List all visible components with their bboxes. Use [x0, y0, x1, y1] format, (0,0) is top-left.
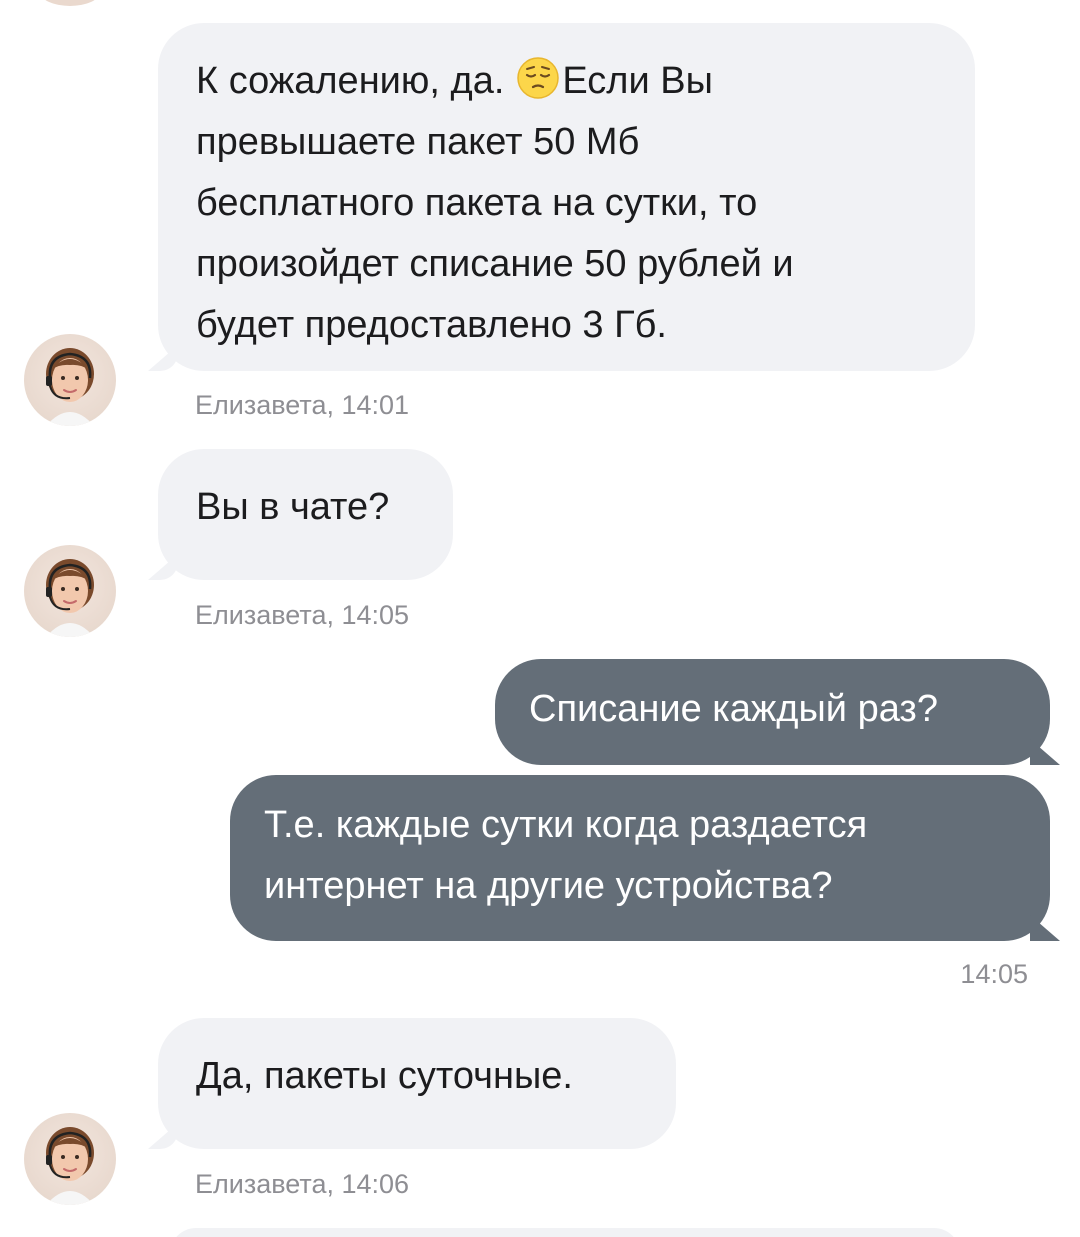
bubble-tail [1030, 739, 1060, 765]
next-message-bubble-fragment[interactable] [170, 1228, 960, 1237]
message-meta: Елизавета, 14:05 [195, 600, 410, 630]
previous-avatar-fragment [40, 0, 100, 6]
message-meta: Елизавета, 14:01 [195, 390, 410, 420]
outgoing-message-bubble[interactable]: Т.е. каждые сутки когда раздается интерн… [230, 775, 1060, 941]
message-text: Списание каждый раз? [529, 688, 938, 730]
message-meta: Елизавета, 14:06 [195, 1169, 410, 1199]
incoming-message-bubble[interactable]: Да, пакеты суточные. [148, 1018, 676, 1149]
bubble-tail [148, 1123, 178, 1149]
agent-avatar [24, 1113, 116, 1205]
bubble-tail [148, 345, 178, 371]
incoming-message-bubble[interactable]: Вы в чате? [148, 449, 453, 580]
message-text-line: бесплатного пакета на сутки, то [196, 182, 758, 224]
bubble-tail [1030, 915, 1060, 941]
message-text-line: Т.е. каждые сутки когда раздается [264, 804, 868, 846]
agent-photo-icon [46, 1127, 94, 1205]
message-text-line: интернет на другие устройства? [264, 865, 833, 907]
message-meta: 14:05 [960, 959, 1028, 989]
agent-avatar [24, 545, 116, 637]
message-text: Вы в чате? [196, 486, 390, 528]
chat-thread[interactable]: К сожалению, да. Если Вы превышаете пакет… [0, 0, 1080, 1237]
incoming-message-bubble[interactable]: К сожалению, да. Если Вы превышаете пакет… [148, 23, 975, 371]
agent-photo-icon [46, 559, 94, 637]
message-text: Да, пакеты суточные. [196, 1055, 573, 1097]
outgoing-message-bubble[interactable]: Списание каждый раз? [495, 659, 1060, 765]
agent-avatar [24, 334, 116, 426]
pensive-face-icon [517, 57, 560, 99]
message-text-line: будет предоставлено 3 Гб. [196, 304, 667, 346]
bubble-tail [148, 554, 178, 580]
message-text-line: К сожалению, да. Если Вы [196, 51, 939, 112]
message-text-line: превышаете пакет 50 Мб [196, 121, 640, 163]
message-text-line: произойдет списание 50 рублей и [196, 243, 794, 285]
agent-photo-icon [46, 348, 94, 426]
